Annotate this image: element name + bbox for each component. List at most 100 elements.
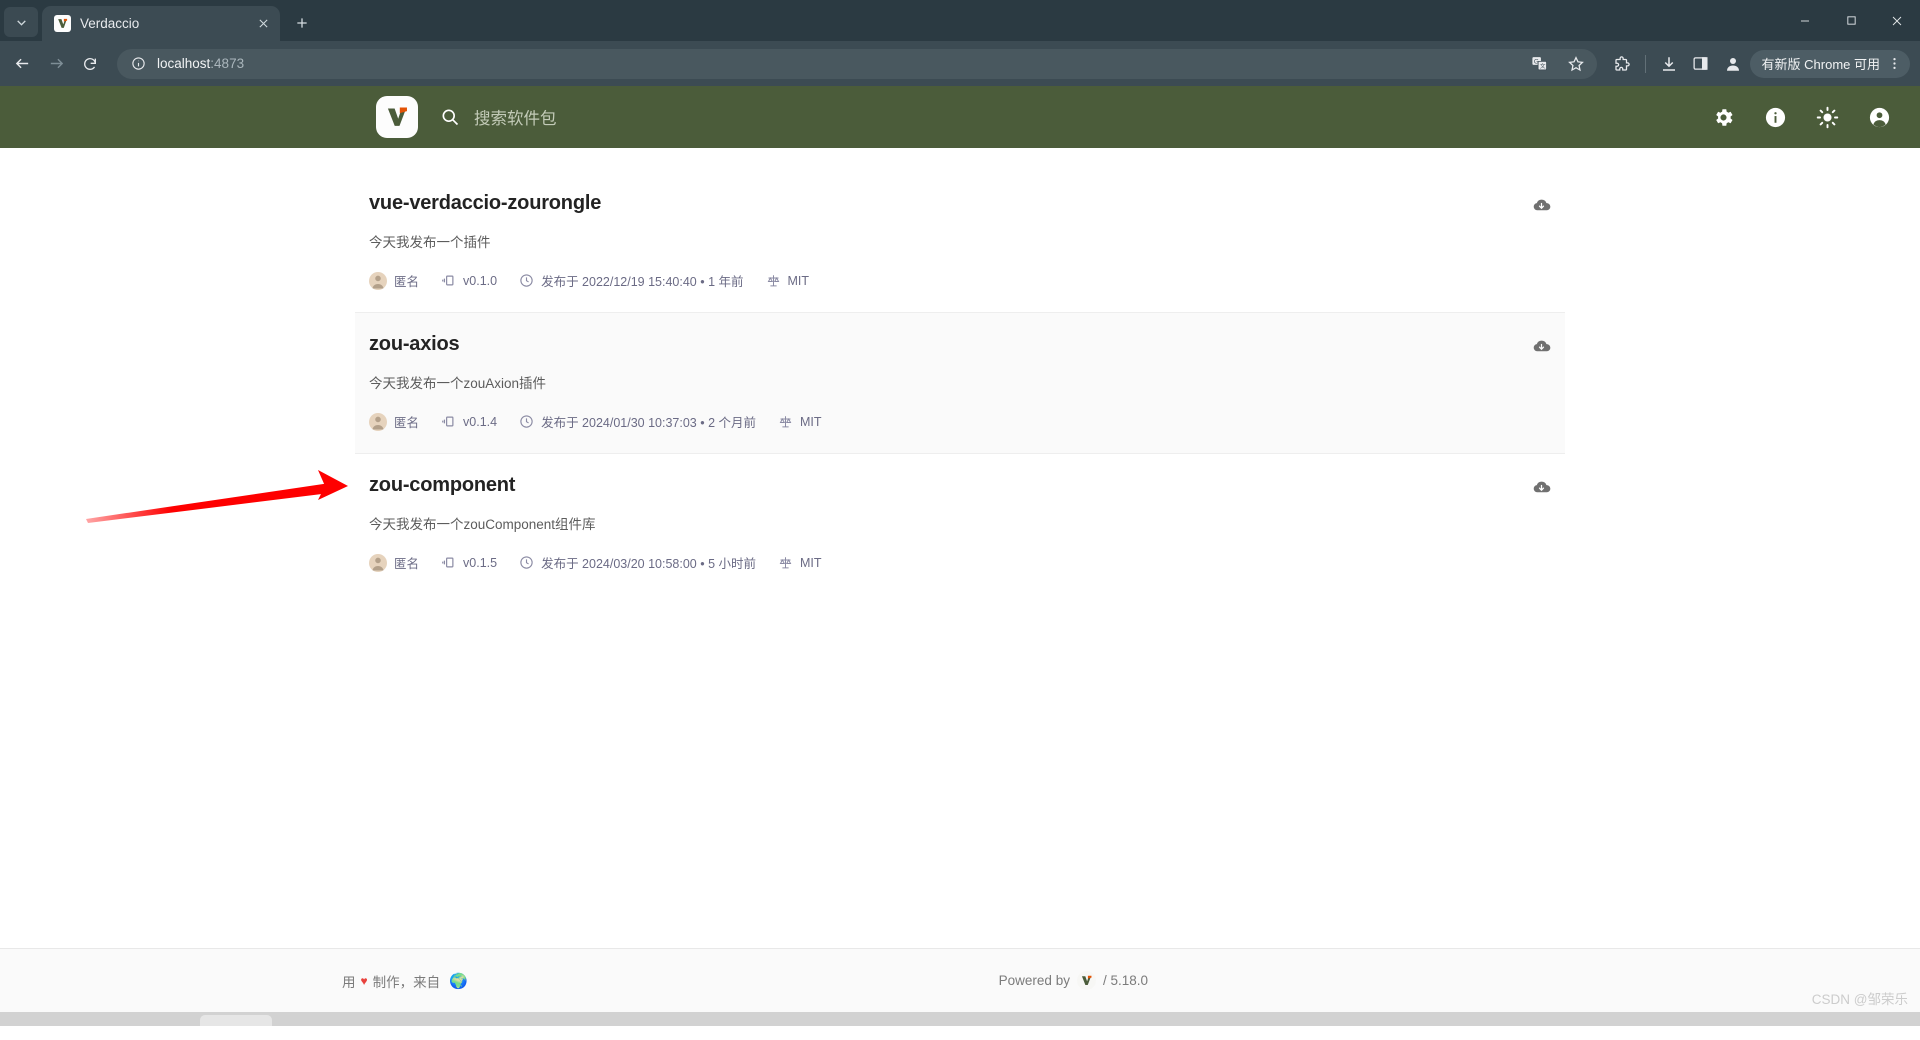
license-scale-icon — [766, 273, 781, 288]
window-minimize-button[interactable] — [1782, 0, 1828, 41]
package-meta: 匿名 v0.1.4 发布于 2024/01/30 10:37:03 • 2 个月… — [369, 412, 1565, 431]
package-author: 匿名 — [369, 412, 419, 431]
package-author-name: 匿名 — [394, 557, 420, 571]
cloud-download-icon[interactable] — [1532, 196, 1551, 220]
profile-avatar-icon[interactable] — [1718, 49, 1748, 79]
package-author: 匿名 — [369, 271, 419, 290]
version-box-icon — [441, 555, 456, 570]
package-item[interactable]: zou-component 今天我发布一个zouComponent组件库 匿名 — [355, 454, 1565, 594]
license-scale-icon — [778, 555, 793, 570]
window-maximize-button[interactable] — [1828, 0, 1874, 41]
package-license-name: MIT — [787, 273, 810, 288]
url-host: localhost — [157, 56, 211, 71]
address-bar[interactable]: localhost:4873 G文 — [117, 48, 1597, 79]
account-icon[interactable] — [1866, 104, 1892, 130]
translate-icon[interactable]: G文 — [1529, 53, 1551, 75]
back-arrow-icon[interactable] — [6, 48, 38, 80]
footer-powered-by: Powered by / 5.18.0 — [999, 971, 1148, 990]
version-box-icon — [441, 273, 456, 288]
side-panel-icon[interactable] — [1686, 49, 1716, 79]
tab-close-icon[interactable] — [254, 15, 272, 33]
avatar — [369, 412, 387, 431]
os-taskbar — [0, 1012, 1920, 1026]
package-published: 发布于 2024/01/30 10:37:03 • 2 个月前 — [519, 412, 756, 431]
globe-icon: 🌍 — [449, 972, 468, 990]
light-mode-icon[interactable] — [1814, 104, 1840, 130]
footer-made-with: 用 ♥ 制作，来自 🌍 — [342, 971, 468, 991]
package-list: vue-verdaccio-zourongle 今天我发布一个插件 匿名 v0.… — [355, 172, 1565, 594]
downloads-icon[interactable] — [1654, 49, 1684, 79]
package-published: 发布于 2022/12/19 15:40:40 • 1 年前 — [519, 271, 744, 290]
avatar — [369, 271, 387, 290]
package-author-name: 匿名 — [394, 275, 420, 289]
clock-icon — [519, 273, 534, 288]
toolbar-divider — [1644, 54, 1646, 73]
package-version: v0.1.0 — [441, 273, 497, 288]
extensions-icon[interactable] — [1607, 49, 1637, 79]
package-meta: 匿名 v0.1.5 发布于 2024/03/20 10:58:00 • 5 小时… — [369, 553, 1565, 572]
package-license-name: MIT — [800, 555, 822, 570]
version-box-icon — [441, 414, 456, 429]
new-tab-button[interactable] — [287, 8, 317, 38]
footer-made-middle: 制作，来自 — [372, 974, 441, 990]
package-license-name: MIT — [800, 414, 822, 429]
package-item[interactable]: vue-verdaccio-zourongle 今天我发布一个插件 匿名 v0.… — [355, 172, 1565, 313]
browser-toolbar: localhost:4873 G文 有新版 Chrome 可用 — [0, 41, 1920, 86]
package-author-name: 匿名 — [394, 416, 420, 430]
package-name[interactable]: zou-axios — [369, 333, 1565, 356]
chrome-update-label: 有新版 Chrome 可用 — [1761, 57, 1880, 72]
clock-icon — [519, 555, 534, 570]
window-controls — [1782, 0, 1920, 41]
package-version-number: v0.1.4 — [463, 414, 498, 429]
url-port: :4873 — [210, 56, 245, 71]
address-bar-url: localhost:4873 — [157, 56, 244, 71]
heart-icon: ♥ — [360, 973, 368, 988]
page-footer: 用 ♥ 制作，来自 🌍 Powered by / 5.18.0 — [0, 948, 1920, 1012]
bookmark-star-icon[interactable] — [1565, 53, 1587, 75]
package-search[interactable]: 搜索软件包 — [440, 105, 1710, 129]
verdaccio-logo-icon[interactable] — [376, 96, 418, 138]
avatar — [369, 553, 387, 572]
settings-icon[interactable] — [1710, 104, 1736, 130]
package-version: v0.1.5 — [441, 555, 497, 570]
package-name[interactable]: zou-component — [369, 474, 1565, 497]
verdaccio-header: 搜索软件包 — [0, 86, 1920, 148]
package-published: 发布于 2024/03/20 10:58:00 • 5 小时前 — [519, 553, 756, 572]
package-published-date: 发布于 2024/03/20 10:58:00 • 5 小时前 — [541, 557, 756, 571]
package-license: MIT — [778, 414, 822, 429]
reload-icon[interactable] — [74, 48, 106, 80]
chrome-update-button[interactable]: 有新版 Chrome 可用 — [1749, 49, 1910, 78]
package-meta: 匿名 v0.1.0 发布于 2022/12/19 15:40:40 • 1 年前… — [369, 271, 1565, 290]
page-viewport: 搜索软件包 vue-verdaccio-zourongle 今天我发布一个插件 … — [0, 86, 1920, 1026]
package-version-number: v0.1.5 — [463, 555, 498, 570]
cloud-download-icon[interactable] — [1532, 337, 1551, 361]
package-item[interactable]: zou-axios 今天我发布一个zouAxion插件 匿名 v0.1.4 发布… — [355, 313, 1565, 454]
package-published-date: 发布于 2022/12/19 15:40:40 • 1 年前 — [541, 275, 744, 289]
taskbar-item[interactable] — [200, 1015, 272, 1026]
cloud-download-icon[interactable] — [1532, 478, 1551, 502]
tab-search-icon[interactable] — [4, 7, 38, 37]
verdaccio-logo-icon — [54, 15, 71, 32]
search-input[interactable]: 搜索软件包 — [474, 105, 557, 129]
license-scale-icon — [778, 414, 793, 429]
information-icon[interactable] — [1762, 104, 1788, 130]
tab-title: Verdaccio — [80, 16, 140, 31]
csdn-watermark: CSDN @邹荣乐 — [1811, 992, 1908, 1007]
footer-powered-by-label: Powered by — [998, 973, 1070, 988]
forward-arrow-icon — [40, 48, 72, 80]
package-published-date: 发布于 2024/01/30 10:37:03 • 2 个月前 — [541, 416, 756, 430]
clock-icon — [519, 414, 534, 429]
site-info-icon[interactable] — [129, 55, 147, 73]
tab-strip: Verdaccio — [0, 0, 1920, 41]
three-dots-menu-icon[interactable] — [1884, 54, 1904, 74]
search-icon — [440, 107, 460, 127]
package-name[interactable]: vue-verdaccio-zourongle — [369, 192, 1565, 215]
browser-tab[interactable]: Verdaccio — [42, 6, 280, 41]
package-version-number: v0.1.0 — [463, 273, 498, 288]
package-description: 今天我发布一个zouAxion插件 — [369, 376, 547, 391]
window-close-button[interactable] — [1874, 0, 1920, 41]
footer-made-prefix: 用 — [342, 974, 356, 990]
package-version: v0.1.4 — [441, 414, 497, 429]
address-bar-actions: G文 — [1529, 53, 1587, 75]
package-license: MIT — [766, 273, 810, 288]
